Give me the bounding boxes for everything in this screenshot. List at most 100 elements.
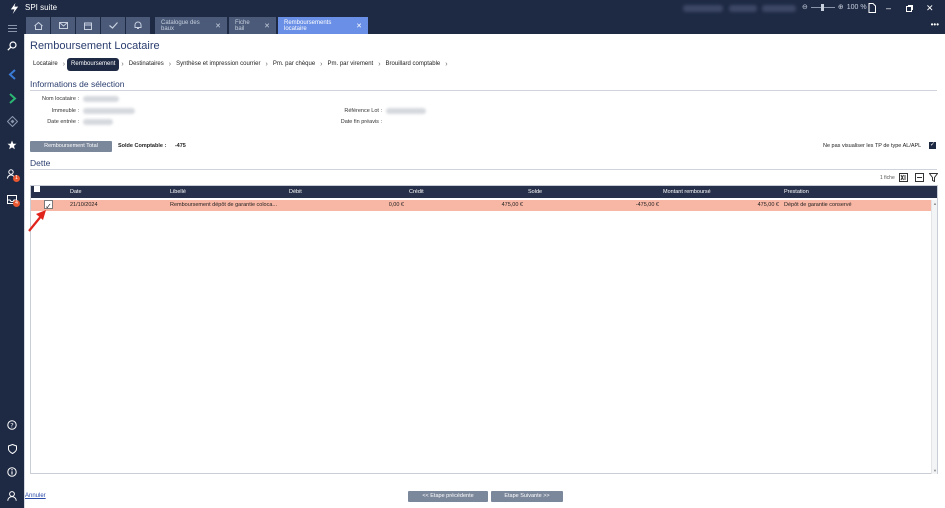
blurred-value xyxy=(83,96,119,102)
column-header-prestation[interactable]: Prestation xyxy=(784,186,809,198)
tab-mail[interactable] xyxy=(51,17,75,34)
blurred-value xyxy=(386,108,426,114)
tab-notifications[interactable] xyxy=(126,17,150,34)
label-nom-locataire: Nom locataire : xyxy=(42,96,79,102)
title-bar: SPI suite ⊖ ⊕ 100 % – ✕ xyxy=(0,0,945,17)
svg-text:?: ? xyxy=(10,421,13,429)
sidebar: 1 4 ? xyxy=(0,17,24,508)
column-header-debit[interactable]: Débit xyxy=(289,186,302,198)
user-icon[interactable] xyxy=(5,489,19,503)
user-lock-icon[interactable]: 1 xyxy=(5,167,20,182)
minimize-icon[interactable]: – xyxy=(886,2,891,14)
tab-tasks[interactable] xyxy=(101,17,125,34)
label-date-fin-preavis: Date fin préavis : xyxy=(340,119,382,125)
inbox-icon[interactable]: 4 xyxy=(5,192,20,207)
step-destinataires[interactable]: Destinataires xyxy=(126,58,167,71)
blurred-user-info xyxy=(762,5,796,12)
column-header-date[interactable]: Date xyxy=(70,186,82,198)
tp-filter-checkbox[interactable]: ✓ xyxy=(929,142,936,149)
column-header-montant[interactable]: Montant remboursé xyxy=(663,186,711,198)
more-icon[interactable]: ••• xyxy=(931,20,939,29)
close-icon[interactable]: ✕ xyxy=(264,22,270,30)
main-content: Remboursement Locataire Locataire › Remb… xyxy=(24,34,945,508)
step-remboursement[interactable]: Remboursement xyxy=(67,58,120,71)
cell-debit: 0,00 € xyxy=(388,202,404,208)
zoom-in-icon[interactable]: ⊕ xyxy=(838,3,844,11)
step-brouillard[interactable]: Brouillard comptable xyxy=(383,58,444,71)
solde-comptable: Solde Comptable : -475 xyxy=(118,143,186,149)
zoom-out-icon[interactable]: ⊖ xyxy=(802,3,808,11)
document-icon[interactable] xyxy=(868,3,876,13)
red-arrow-annotation xyxy=(28,210,46,232)
cell-montant: 475,00 € xyxy=(757,202,779,208)
search-icon[interactable] xyxy=(5,39,19,53)
tp-filter-label: Ne pas visualiser les TP de type AL/APL xyxy=(823,143,922,149)
arrow-right-icon[interactable] xyxy=(5,91,19,105)
cell-libelle: Remboursement dépôt de garantie coloca..… xyxy=(170,202,278,208)
check-icon xyxy=(108,22,118,29)
step-pm-cheque[interactable]: Pm. par chèque xyxy=(270,58,318,71)
section-title-dette: Dette xyxy=(30,158,51,168)
section-divider xyxy=(30,90,937,91)
tab-fiche-bail[interactable]: Fiche bail ✕ xyxy=(229,17,276,34)
app-title: SPI suite xyxy=(25,3,58,12)
scroll-up-icon[interactable]: ▲ xyxy=(932,201,938,206)
section-title-selection: Informations de sélection xyxy=(30,79,125,89)
help-icon[interactable]: ? xyxy=(5,418,19,432)
tab-remboursements-locataire[interactable]: Remboursements locataire ✕ xyxy=(278,17,368,34)
scroll-down-icon[interactable]: ▼ xyxy=(932,468,938,473)
shield-icon[interactable] xyxy=(5,442,19,456)
diamond-icon[interactable] xyxy=(5,114,19,128)
notification-badge: 4 xyxy=(13,200,20,207)
app-logo-icon xyxy=(10,3,19,14)
column-header-solde[interactable]: Solde xyxy=(528,186,542,198)
zoom-level: 100 % xyxy=(846,3,867,11)
cell-credit: 475,00 € xyxy=(501,202,523,208)
vertical-scrollbar[interactable]: ▲ ▼ xyxy=(931,200,937,474)
column-header-credit[interactable]: Crédit xyxy=(409,186,424,198)
blurred-value xyxy=(83,108,135,114)
blurred-value xyxy=(83,119,113,125)
menu-icon[interactable] xyxy=(5,21,19,35)
tab-bar: Catalogue des baux ✕ Fiche bail ✕ Rembours… xyxy=(24,17,945,34)
bell-icon xyxy=(134,21,142,29)
remboursement-total-button[interactable]: Remboursement Total xyxy=(30,141,112,152)
close-icon[interactable]: ✕ xyxy=(356,22,362,30)
annuler-link[interactable]: Annuler xyxy=(25,493,46,499)
close-icon[interactable]: ✕ xyxy=(926,2,934,14)
close-icon[interactable]: ✕ xyxy=(215,22,221,30)
zoom-slider[interactable] xyxy=(810,3,835,11)
add-icon[interactable] xyxy=(915,173,924,182)
star-icon[interactable] xyxy=(5,138,19,152)
mail-icon xyxy=(58,22,68,29)
previous-step-button[interactable]: << Etape précédente xyxy=(408,491,488,502)
row-checkbox[interactable]: ✓ xyxy=(44,200,53,211)
info-icon[interactable] xyxy=(5,465,19,479)
select-all-checkbox[interactable] xyxy=(34,186,40,192)
step-pm-virement[interactable]: Pm. par virement xyxy=(325,58,377,71)
calendar-icon xyxy=(84,22,92,30)
filter-icon[interactable] xyxy=(929,173,938,182)
step-locataire[interactable]: Locataire xyxy=(30,58,61,71)
next-step-button[interactable]: Etape Suivante >> xyxy=(491,491,563,502)
column-header-libelle[interactable]: Libellé xyxy=(170,186,186,198)
zoom-control[interactable]: ⊖ ⊕ 100 % xyxy=(802,3,867,11)
export-excel-icon[interactable] xyxy=(899,173,908,182)
blurred-user-info xyxy=(683,5,723,12)
restore-icon[interactable] xyxy=(906,5,913,12)
tab-home[interactable] xyxy=(26,17,50,34)
home-icon xyxy=(33,21,43,30)
section-divider xyxy=(30,169,937,170)
step-synthese[interactable]: Synthèse et impression courrier xyxy=(173,58,263,71)
notification-badge: 1 xyxy=(13,175,20,182)
chevron-right-icon: › xyxy=(445,61,448,68)
wizard-steps: Locataire › Remboursement › Destinataire… xyxy=(30,58,450,71)
label-date-entree: Date entrée : xyxy=(47,119,79,125)
table-row[interactable]: ✓ 21/10/2024 Remboursement dépôt de gara… xyxy=(31,200,931,211)
cell-date: 21/10/2024 xyxy=(70,202,98,208)
label-immeuble: Immeuble : xyxy=(51,108,79,114)
page-title: Remboursement Locataire xyxy=(30,40,160,52)
arrow-left-icon[interactable] xyxy=(5,67,19,81)
tab-calendar[interactable] xyxy=(76,17,100,34)
tab-catalogue-des-baux[interactable]: Catalogue des baux ✕ xyxy=(155,17,227,34)
